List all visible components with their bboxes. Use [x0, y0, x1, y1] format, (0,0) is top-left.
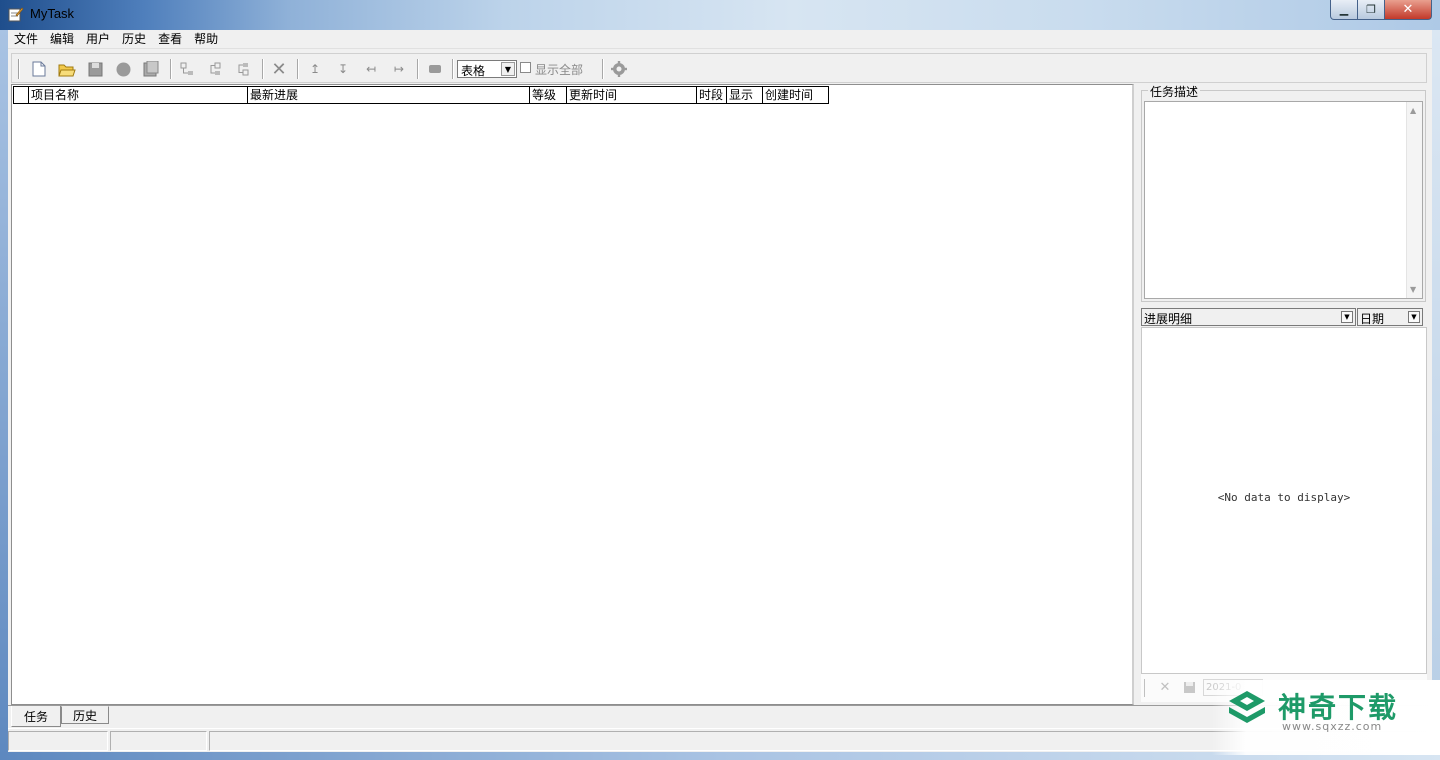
add-child-icon[interactable] — [178, 60, 196, 78]
toolbar-separator — [452, 59, 454, 79]
save-icon[interactable] — [86, 60, 104, 78]
task-grid[interactable]: 项目名称 最新进展 等级 更新时间 时段 显示 创建时间 — [11, 84, 1134, 705]
column-header-created-time[interactable]: 创建时间 — [762, 87, 829, 104]
scroll-up-icon[interactable]: ▲ — [1410, 106, 1416, 115]
window-frame-left — [0, 30, 8, 760]
delete-icon[interactable]: ✕ — [270, 59, 288, 80]
toolbar-separator — [1144, 679, 1146, 697]
column-header-level[interactable]: 等级 — [529, 87, 566, 104]
description-scrollbar[interactable]: ▲ ▼ — [1406, 102, 1422, 298]
minimize-icon: ▁ — [1339, 3, 1349, 16]
toolbar-separator — [297, 59, 299, 79]
add-parent-icon[interactable] — [234, 60, 252, 78]
status-pane — [110, 731, 207, 751]
outdent-icon[interactable]: ↤ — [362, 60, 380, 78]
show-all-label: 显示全部 — [535, 63, 584, 77]
record-icon[interactable] — [114, 60, 132, 78]
gear-icon[interactable] — [610, 60, 628, 78]
detail-type-select[interactable]: 进展明细 ▼ — [1141, 308, 1356, 326]
maximize-icon: ❐ — [1366, 3, 1376, 16]
toolbar-separator — [602, 59, 604, 79]
column-header-project-name[interactable]: 项目名称 — [28, 87, 247, 104]
add-sibling-icon[interactable] — [206, 60, 224, 78]
chevron-down-icon[interactable]: ▼ — [501, 62, 515, 76]
watermark-logo-icon — [1226, 688, 1268, 730]
grid-header: 项目名称 最新进展 等级 更新时间 时段 显示 创建时间 — [13, 86, 829, 104]
toolbar-separator — [170, 59, 172, 79]
menu-help[interactable]: 帮助 — [188, 30, 224, 49]
date-sort-select[interactable]: 日期 ▼ — [1357, 308, 1423, 326]
detail-bar: 进展明细 ▼ 日期 ▼ — [1141, 308, 1423, 326]
open-folder-icon[interactable] — [58, 60, 76, 78]
menu-bar: 文件 编辑 用户 历史 查看 帮助 — [8, 30, 1432, 49]
title-bar: MyTask ▁ ❐ ✕ — [0, 0, 1440, 30]
tab-history[interactable]: 历史 — [61, 706, 109, 724]
progress-detail-list[interactable]: <No data to display> — [1141, 327, 1427, 674]
description-textarea[interactable]: ▲ ▼ — [1144, 101, 1423, 299]
column-header-update-time[interactable]: 更新时间 — [566, 87, 696, 104]
save-icon[interactable] — [1181, 679, 1197, 695]
view-mode-value: 表格 — [461, 64, 486, 78]
move-up-icon[interactable]: ↥ — [306, 60, 324, 78]
toolbar-separator — [417, 59, 419, 79]
stop-icon[interactable] — [426, 60, 444, 78]
toolbar-separator — [262, 59, 264, 79]
show-all-checkbox[interactable] — [520, 62, 531, 73]
tab-tasks[interactable]: 任务 — [11, 706, 61, 727]
description-group: 任务描述 ▲ ▼ — [1141, 83, 1426, 302]
watermark: 神奇下载 www.sqxzz.com — [1212, 680, 1440, 755]
indent-icon[interactable]: ↦ — [390, 60, 408, 78]
watermark-url: www.sqxzz.com — [1282, 720, 1383, 733]
view-mode-select[interactable]: 表格 ▼ — [457, 60, 517, 78]
scroll-down-icon[interactable]: ▼ — [1410, 285, 1416, 294]
status-pane — [8, 731, 108, 751]
app-icon — [8, 6, 24, 22]
new-file-icon[interactable] — [30, 60, 48, 78]
detail-type-value: 进展明细 — [1144, 312, 1193, 326]
window-title: MyTask — [30, 6, 75, 21]
date-sort-value: 日期 — [1360, 312, 1385, 326]
toolbar: ✕ ↥ ↧ ↤ ↦ 表格 ▼ 显示全部 — [11, 53, 1427, 83]
menu-history[interactable]: 历史 — [116, 30, 152, 49]
chevron-down-icon[interactable]: ▼ — [1341, 311, 1353, 323]
no-data-message: <No data to display> — [1217, 491, 1351, 504]
delete-icon[interactable]: ✕ — [1157, 679, 1173, 695]
menu-file[interactable]: 文件 — [8, 30, 44, 49]
column-header-indicator[interactable] — [13, 87, 28, 104]
close-icon: ✕ — [1402, 2, 1414, 17]
column-header-period[interactable]: 时段 — [696, 87, 726, 104]
maximize-button[interactable]: ❐ — [1357, 0, 1385, 20]
column-header-latest-progress[interactable]: 最新进展 — [247, 87, 529, 104]
toolbar-grip[interactable] — [18, 59, 20, 79]
menu-view[interactable]: 查看 — [152, 30, 188, 49]
column-header-display[interactable]: 显示 — [726, 87, 762, 104]
export-icon[interactable] — [142, 60, 160, 78]
window-frame-right — [1432, 30, 1440, 760]
menu-user[interactable]: 用户 — [80, 30, 116, 49]
right-panel: 任务描述 ▲ ▼ 进展明细 ▼ 日期 ▼ <No data to display… — [1138, 83, 1430, 705]
close-button[interactable]: ✕ — [1384, 0, 1432, 20]
chevron-down-icon[interactable]: ▼ — [1408, 311, 1420, 323]
minimize-button[interactable]: ▁ — [1330, 0, 1358, 20]
move-down-icon[interactable]: ↧ — [334, 60, 352, 78]
description-title: 任务描述 — [1148, 83, 1201, 100]
menu-edit[interactable]: 编辑 — [44, 30, 80, 49]
